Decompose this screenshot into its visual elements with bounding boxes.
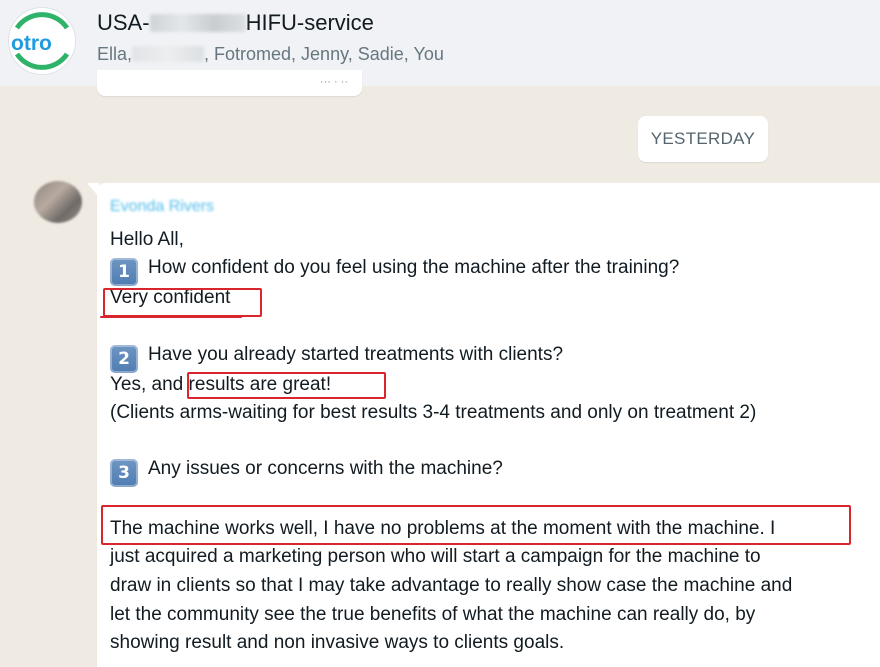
question-3: 3 Any issues or concerns with the machine… — [110, 457, 503, 487]
fotromed-logo-icon: otro — [11, 12, 70, 70]
question-2-text: Have you already started treatments with… — [148, 344, 564, 365]
highlight-underline-answer-1 — [100, 316, 242, 318]
answer-2-highlight: results are great! — [188, 374, 332, 395]
question-1-text: How confident do you feel using the mach… — [148, 257, 680, 278]
chat-window: otro USA- HIFU-service Ella, , Fotromed, J… — [0, 0, 880, 667]
answer-2-prefix: Yes, and — [110, 374, 189, 395]
group-avatar[interactable]: otro — [8, 7, 76, 75]
answer-3-line-4: let the community see the true benefits … — [110, 604, 756, 625]
question-1: 1 How confident do you feel using the mac… — [110, 256, 679, 286]
date-divider: YESTERDAY — [638, 116, 768, 162]
sender-name[interactable]: Evonda Rivers — [110, 198, 214, 216]
answer-3-line-5: showing result and non invasive ways to … — [110, 632, 565, 653]
question-3-text: Any issues or concerns with the machine? — [148, 458, 503, 479]
keycap-two-icon: 2 — [110, 345, 138, 373]
answer-3-line-3: draw in clients so that I may take advan… — [110, 575, 793, 596]
chat-title-prefix: USA- — [97, 10, 150, 35]
message-bubble[interactable]: Evonda Rivers Hello All, 1 How confident … — [97, 183, 880, 667]
answer-3-line-1: The machine works well, I have no proble… — [110, 518, 776, 539]
logo-text: otro — [11, 32, 52, 55]
greeting-text: Hello All, — [110, 229, 184, 250]
chat-title-suffix: HIFU-service — [245, 10, 374, 35]
keycap-three-icon: 3 — [110, 459, 138, 487]
question-2: 2 Have you already started treatments wit… — [110, 343, 563, 373]
chat-title[interactable]: USA- HIFU-service — [97, 10, 374, 36]
answer-2: Yes, and results are great! — [110, 373, 331, 397]
redacted-participant — [132, 46, 205, 62]
answer-1: Very confident — [110, 287, 231, 308]
previous-message-time: ··· · ·· — [319, 76, 348, 88]
answer-2-note: (Clients arms-waiting for best results 3… — [110, 402, 757, 423]
redacted-title-part — [149, 14, 246, 32]
participant-rest: , Fotromed, Jenny, Sadie, You — [204, 44, 444, 64]
participant-first: Ella, — [97, 44, 133, 64]
chat-participants: Ella, , Fotromed, Jenny, Sadie, You — [97, 44, 444, 65]
answer-3-line-2: just acquired a marketing person who wil… — [110, 546, 761, 567]
keycap-one-icon: 1 — [110, 258, 138, 286]
sender-avatar[interactable] — [34, 181, 82, 223]
previous-message-bubble[interactable]: ··· · ·· — [97, 70, 362, 96]
